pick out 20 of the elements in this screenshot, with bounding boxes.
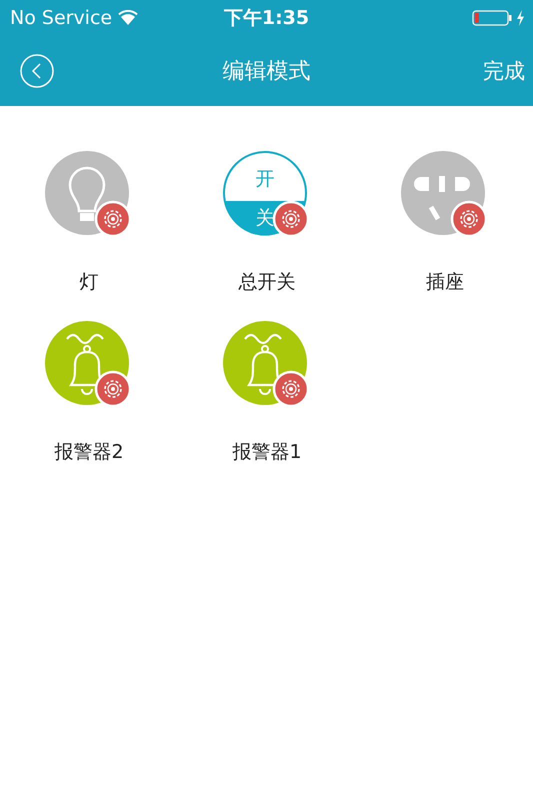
device-label: 插座 [426,270,464,295]
device-label: 总开关 [238,270,296,295]
settings-icon[interactable] [450,200,488,238]
off-label: 关 [256,207,274,229]
charging-bolt-icon [516,10,525,26]
carrier-text: No Service [10,6,112,28]
device-label: 报警器1 [232,440,302,465]
on-label: 开 [256,168,274,190]
clock-time: 下午1:35 [224,6,310,28]
settings-icon[interactable] [272,370,310,408]
wifi-icon [118,10,138,25]
settings-icon[interactable] [272,200,310,238]
back-button[interactable] [20,54,54,88]
done-button[interactable]: 完成 [483,56,525,84]
device-label: 报警器2 [54,440,124,465]
device-label: 灯 [80,270,98,295]
battery-icon [472,10,512,26]
settings-icon[interactable] [94,200,132,238]
page-title: 编辑模式 [222,58,310,84]
settings-icon[interactable] [94,370,132,408]
